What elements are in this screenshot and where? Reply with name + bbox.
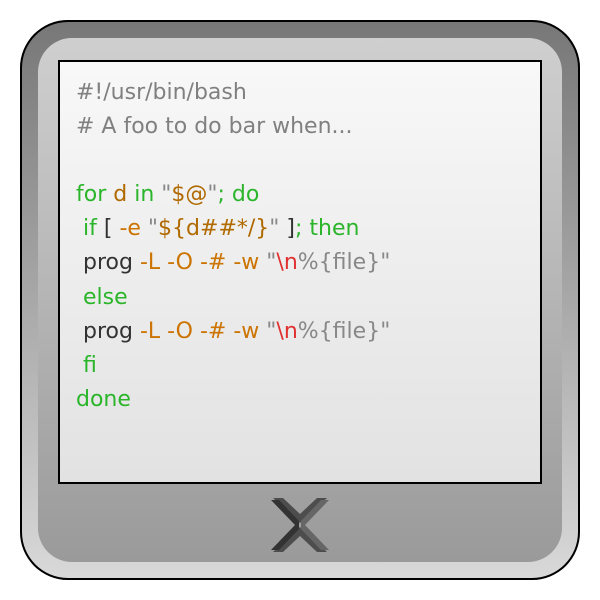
sp [141,216,148,241]
quote: " [161,182,171,207]
param-expand: ${d##*/} [158,216,269,241]
kw-in: in [134,182,154,207]
var-d: d [113,182,127,207]
test-open: [ [97,216,120,241]
str-rest: %{file} [298,319,380,344]
quote: " [380,319,390,344]
terminal-screen: #!/usr/bin/bash # A foo to do bar when..… [58,60,542,484]
kw-else: else [76,285,128,310]
comment-line: # A foo to do bar when... [76,114,353,139]
quote: " [148,216,158,241]
escape-n: \n [276,319,297,344]
flags: -L -O -# -w [133,250,266,275]
kw-then: ; then [295,216,359,241]
test-close: ] [279,216,295,241]
var-args: $@ [171,182,207,207]
kw-do: ; do [218,182,260,207]
flags: -L -O -# -w [133,319,266,344]
shebang-line: #!/usr/bin/bash [76,80,247,105]
kw-done: done [76,387,131,412]
monitor-frame: #!/usr/bin/bash # A foo to do bar when..… [20,20,580,580]
quote: " [207,182,217,207]
quote: " [380,250,390,275]
cmd-prog: prog [76,319,133,344]
kw-fi: fi [76,353,97,378]
quote: " [269,216,279,241]
code-block: #!/usr/bin/bash # A foo to do bar when..… [76,76,524,417]
quote: " [266,319,276,344]
escape-n: \n [276,250,297,275]
flag-e: -e [119,216,140,241]
quote: " [266,250,276,275]
x-logo-icon [265,496,335,554]
str-rest: %{file} [298,250,380,275]
kw-for: for [76,182,106,207]
kw-if: if [76,216,97,241]
cmd-prog: prog [76,250,133,275]
